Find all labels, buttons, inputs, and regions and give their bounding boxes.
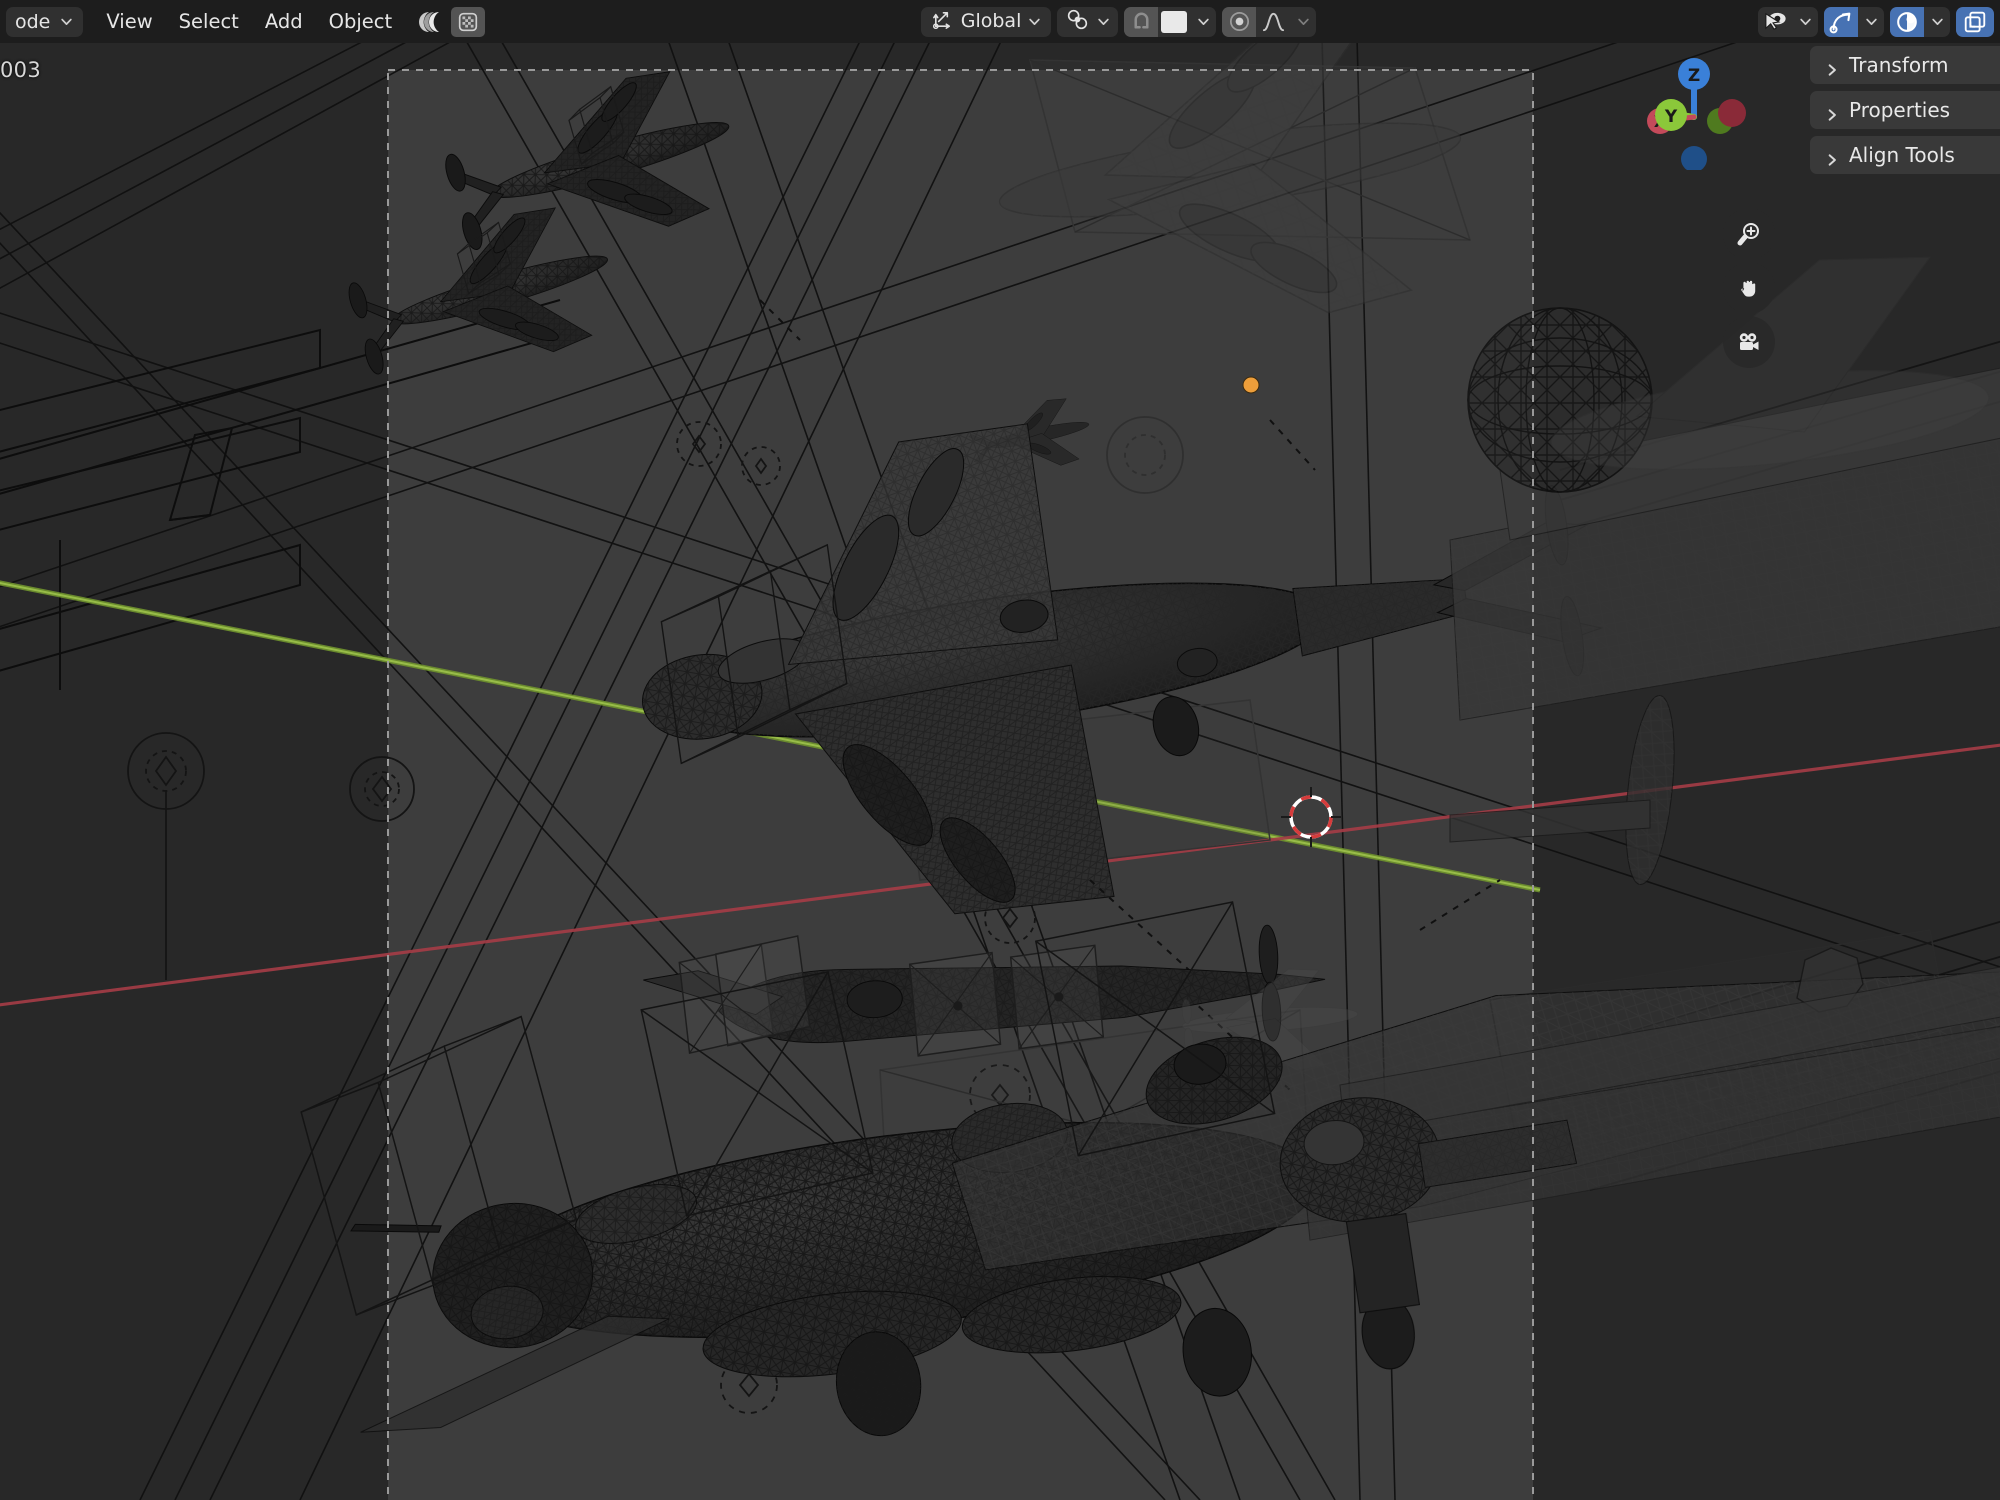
gizmo-arrow-icon[interactable] <box>1824 6 1858 37</box>
zoom-view-button[interactable] <box>1723 208 1775 260</box>
panel-properties[interactable]: Properties <box>1810 91 2000 129</box>
viewport-sidebar: Transform Properties Align Tools <box>1810 46 2000 174</box>
chevron-down-icon <box>60 15 73 28</box>
snapping-dropdown[interactable] <box>1190 7 1216 37</box>
interaction-mode-selector[interactable]: ode <box>6 6 84 37</box>
xray-squares-icon[interactable] <box>1956 6 1994 37</box>
gizmo-axis-z-negative <box>1681 146 1707 172</box>
blender-window: 003 ode View Select Add Object Global Tr… <box>0 0 2000 1500</box>
panel-transform-label: Transform <box>1849 53 1949 77</box>
shading-mini-group <box>413 6 486 37</box>
snap-target-swatch[interactable] <box>1158 7 1190 37</box>
transform-orientation-group[interactable]: Global <box>920 6 1052 37</box>
viewport-nav-buttons <box>1723 208 1779 370</box>
menu-object[interactable]: Object <box>316 7 406 37</box>
camera-icon <box>1739 333 1759 350</box>
hand-icon <box>1740 280 1756 298</box>
overlays-dropdown[interactable] <box>1924 7 1950 37</box>
eye-cursor-icon[interactable] <box>1758 7 1792 37</box>
viewport-header: ode View Select Add Object Global <box>0 0 2000 43</box>
snap-color-swatch <box>1161 10 1188 33</box>
transform-orientation-button[interactable]: Global <box>921 7 1052 37</box>
pan-view-button[interactable] <box>1723 262 1775 314</box>
chevron-right-icon <box>1825 58 1839 76</box>
object-origin-dot <box>1242 376 1260 394</box>
proportional-editing-group[interactable] <box>1222 6 1317 37</box>
svg-text:Z: Z <box>1688 66 1700 86</box>
snapping-group[interactable] <box>1124 6 1217 37</box>
camera-view-button[interactable] <box>1723 316 1775 368</box>
toggle-xray-group[interactable] <box>1956 6 1994 37</box>
gizmo-dropdown[interactable] <box>1858 7 1884 37</box>
pivot-point-group[interactable] <box>1057 6 1119 37</box>
pivot-point-button[interactable] <box>1057 7 1118 37</box>
menu-select[interactable]: Select <box>166 7 252 37</box>
menu-view[interactable]: View <box>93 7 165 37</box>
panel-properties-label: Properties <box>1849 98 1951 122</box>
mode-label: ode <box>15 10 51 33</box>
show-gizmo-group[interactable] <box>1824 6 1884 37</box>
falloff-dropdown[interactable] <box>1290 7 1316 37</box>
panel-align-tools[interactable]: Align Tools <box>1810 136 2000 174</box>
panel-transform[interactable]: Transform <box>1810 46 2000 84</box>
chevron-down-icon[interactable] <box>1097 15 1110 28</box>
navigation-gizmo[interactable]: X Y Z <box>1644 55 1764 172</box>
menu-bar: View Select Add Object <box>93 7 405 37</box>
chevron-right-icon <box>1825 148 1839 166</box>
transform-orientation-label: Global <box>960 10 1022 32</box>
moon-phases-icon[interactable] <box>413 7 447 37</box>
show-overlays-group[interactable] <box>1890 6 1950 37</box>
visibility-dropdown[interactable] <box>1792 7 1818 37</box>
smooth-falloff-curve-icon[interactable] <box>1256 7 1290 37</box>
magnet-icon[interactable] <box>1124 6 1159 37</box>
proportional-edit-icon[interactable] <box>1222 6 1257 37</box>
menu-add[interactable]: Add <box>252 7 316 37</box>
svg-text:Y: Y <box>1664 107 1678 127</box>
chevron-right-icon <box>1825 103 1839 121</box>
pivot-median-point-icon <box>1065 7 1090 36</box>
3d-viewport[interactable]: 003 <box>0 0 2000 1500</box>
magnifier-plus-icon <box>1737 223 1759 246</box>
viewport-collection-text: 003 <box>0 58 41 82</box>
visibility-selectability-group[interactable] <box>1758 6 1818 37</box>
overlays-sphere-icon[interactable] <box>1890 6 1924 37</box>
viewport-canvas[interactable] <box>0 0 2000 1500</box>
panel-align-tools-label: Align Tools <box>1849 143 1955 167</box>
gizmo-axis-x-negative <box>1718 99 1746 127</box>
checker-cube-icon[interactable] <box>451 6 486 37</box>
chevron-down-icon[interactable] <box>1028 15 1041 28</box>
orientation-axes-icon <box>931 8 954 35</box>
